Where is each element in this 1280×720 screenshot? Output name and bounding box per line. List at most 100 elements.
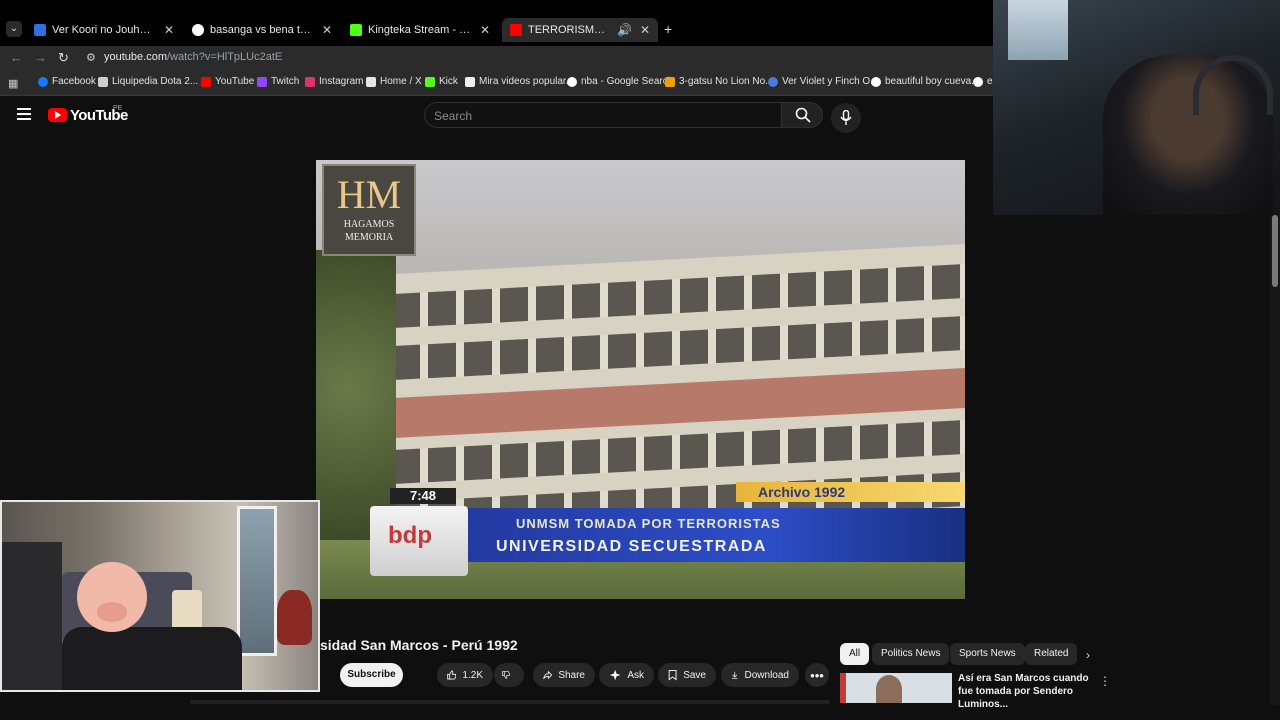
subscribe-button[interactable]: Subscribe [340,663,403,687]
bookmark-label: Ver Violet y Finch O... [782,76,879,87]
share-button[interactable]: Share [533,663,595,687]
close-icon[interactable]: ✕ [164,23,174,37]
apps-grid-icon[interactable]: ▦ [8,77,18,90]
chip-politics-news[interactable]: Politics News [872,643,950,665]
back-icon[interactable]: ← [10,50,23,65]
download-icon [732,671,738,679]
bookmark-label: Mira videos popular... [479,76,575,87]
chip-sports-news[interactable]: Sports News [950,643,1025,665]
scrollbar-thumb[interactable] [1272,215,1278,287]
tab-favicon [34,24,46,36]
channel-logo: bdp [370,506,468,576]
related-video-thumbnail[interactable] [840,673,952,703]
bookmark-beautiful-boy[interactable]: beautiful boy cueva... [871,76,980,87]
bookmark-label: nba - Google Search [581,76,674,87]
site-info-icon[interactable]: ⚙ [86,51,96,64]
chip-related[interactable]: Related [1025,643,1078,665]
ask-label: Ask [627,669,644,681]
dislike-button[interactable] [494,663,524,687]
webcam-overlay-bottom-left [0,500,320,692]
bookmark-label: Facebook [52,76,96,87]
kick-icon [425,76,435,87]
bookmark-instagram[interactable]: Instagram [305,76,363,87]
hagamos-memoria-logo: HM HAGAMOS MEMORIA [322,164,416,256]
save-label: Save [683,669,706,681]
crunchyroll-icon [665,76,675,87]
audio-icon[interactable]: 🔊 [617,23,632,37]
url-field[interactable]: youtube.com/watch?v=HlTpLUc2atE [104,51,282,63]
url-path: /watch?v=HlTpLUc2atE [166,51,283,63]
search-button[interactable] [781,102,823,128]
bookmark-label: YouTube [215,76,255,87]
close-icon[interactable]: ✕ [640,23,650,37]
tab-0[interactable]: Ver Koori no Jouheki episodio 1 ✕ [26,18,182,42]
menu-icon[interactable] [17,108,31,120]
tab-search-menu-icon[interactable]: ⌄ [6,21,22,37]
close-icon[interactable]: ✕ [480,23,490,37]
tab-title: TERRORISMO en la Universi [528,24,611,36]
headline-line1: UNMSM TOMADA POR TERRORISTAS [516,516,781,531]
bookmark-twitch[interactable]: Twitch [257,76,299,87]
google-icon [871,76,881,87]
bookmark-nba[interactable]: nba - Google Search [567,76,673,87]
more-vertical-icon[interactable]: ⋮ [1099,674,1111,688]
bookmark-violet[interactable]: Ver Violet y Finch O... [768,76,879,87]
kick-icon [350,24,362,36]
tab-3-active[interactable]: TERRORISMO en la Universi 🔊 ✕ [502,18,658,42]
bookmark-tiktok[interactable]: Mira videos popular... [465,76,574,87]
bookmark-liquipedia[interactable]: Liquipedia Dota 2... [98,76,198,87]
url-domain: youtube.com [104,51,167,63]
logo-letters: HM [336,172,402,217]
bookmark-more[interactable]: el [973,76,995,87]
news-lower-third: UNMSM TOMADA POR TERRORISTAS UNIVERSIDAD… [466,508,965,562]
bookmark-label: Liquipedia Dota 2... [112,76,199,87]
youtube-logo-icon[interactable] [48,108,67,122]
bookmark-label: 3-gatsu No Lion No... [679,76,774,87]
logo-line2: MEMORIA [344,232,394,243]
search-icon [795,107,811,123]
sparkle-icon [609,669,621,681]
bookmark-x[interactable]: Home / X [366,76,422,87]
reload-icon[interactable]: ↻ [58,50,69,66]
new-tab-icon[interactable]: + [664,21,672,37]
voice-search-button[interactable] [831,103,861,133]
like-count: 1.2K [462,669,483,681]
horizontal-scroll-track [190,700,830,704]
bookmark-facebook[interactable]: Facebook [38,76,96,87]
youtube-icon [201,76,211,87]
chevron-right-icon[interactable]: › [1086,648,1090,662]
video-player[interactable]: HM HAGAMOS MEMORIA 7:48 Archivo 1992 UNM… [316,160,965,599]
related-video-title[interactable]: Así era San Marcos cuando fue tomada por… [958,672,1093,711]
thumbs-up-icon [447,670,457,680]
twitch-icon [257,76,267,87]
instagram-icon [305,76,315,87]
ask-button[interactable]: Ask [599,663,654,687]
bookmark-label: Instagram [319,76,364,87]
google-icon [192,24,204,36]
broadcast-time: 7:48 [390,488,456,504]
google-icon [973,76,983,87]
more-actions-button[interactable]: ••• [805,663,829,687]
bookmark-youtube[interactable]: YouTube [201,76,254,87]
search-box [424,102,782,128]
site-icon [768,76,778,87]
tab-1[interactable]: basanga vs bena tshadi - Google ✕ [184,18,340,42]
download-button[interactable]: Download [721,663,799,687]
bookmark-kick[interactable]: Kick [425,76,458,87]
share-icon [543,670,553,680]
youtube-icon [510,24,522,36]
close-icon[interactable]: ✕ [322,23,332,37]
tab-title: Ver Koori no Jouheki episodio 1 [52,24,156,36]
bookmark-3-gatsu[interactable]: 3-gatsu No Lion No... [665,76,774,87]
search-input[interactable] [434,108,774,124]
forward-icon[interactable]: → [34,50,47,65]
liquipedia-icon [98,76,108,87]
save-button[interactable]: Save [658,663,716,687]
page-scrollbar[interactable] [1270,215,1280,705]
like-button[interactable]: 1.2K [437,663,493,687]
tab-2[interactable]: Kingteka Stream - Watch Live o ✕ [342,18,498,42]
chip-all[interactable]: All [840,643,870,665]
bookmark-label: Home / X [380,76,422,87]
headline-line2: UNIVERSIDAD SECUESTRADA [496,538,767,555]
bookmark-icon [668,669,677,681]
